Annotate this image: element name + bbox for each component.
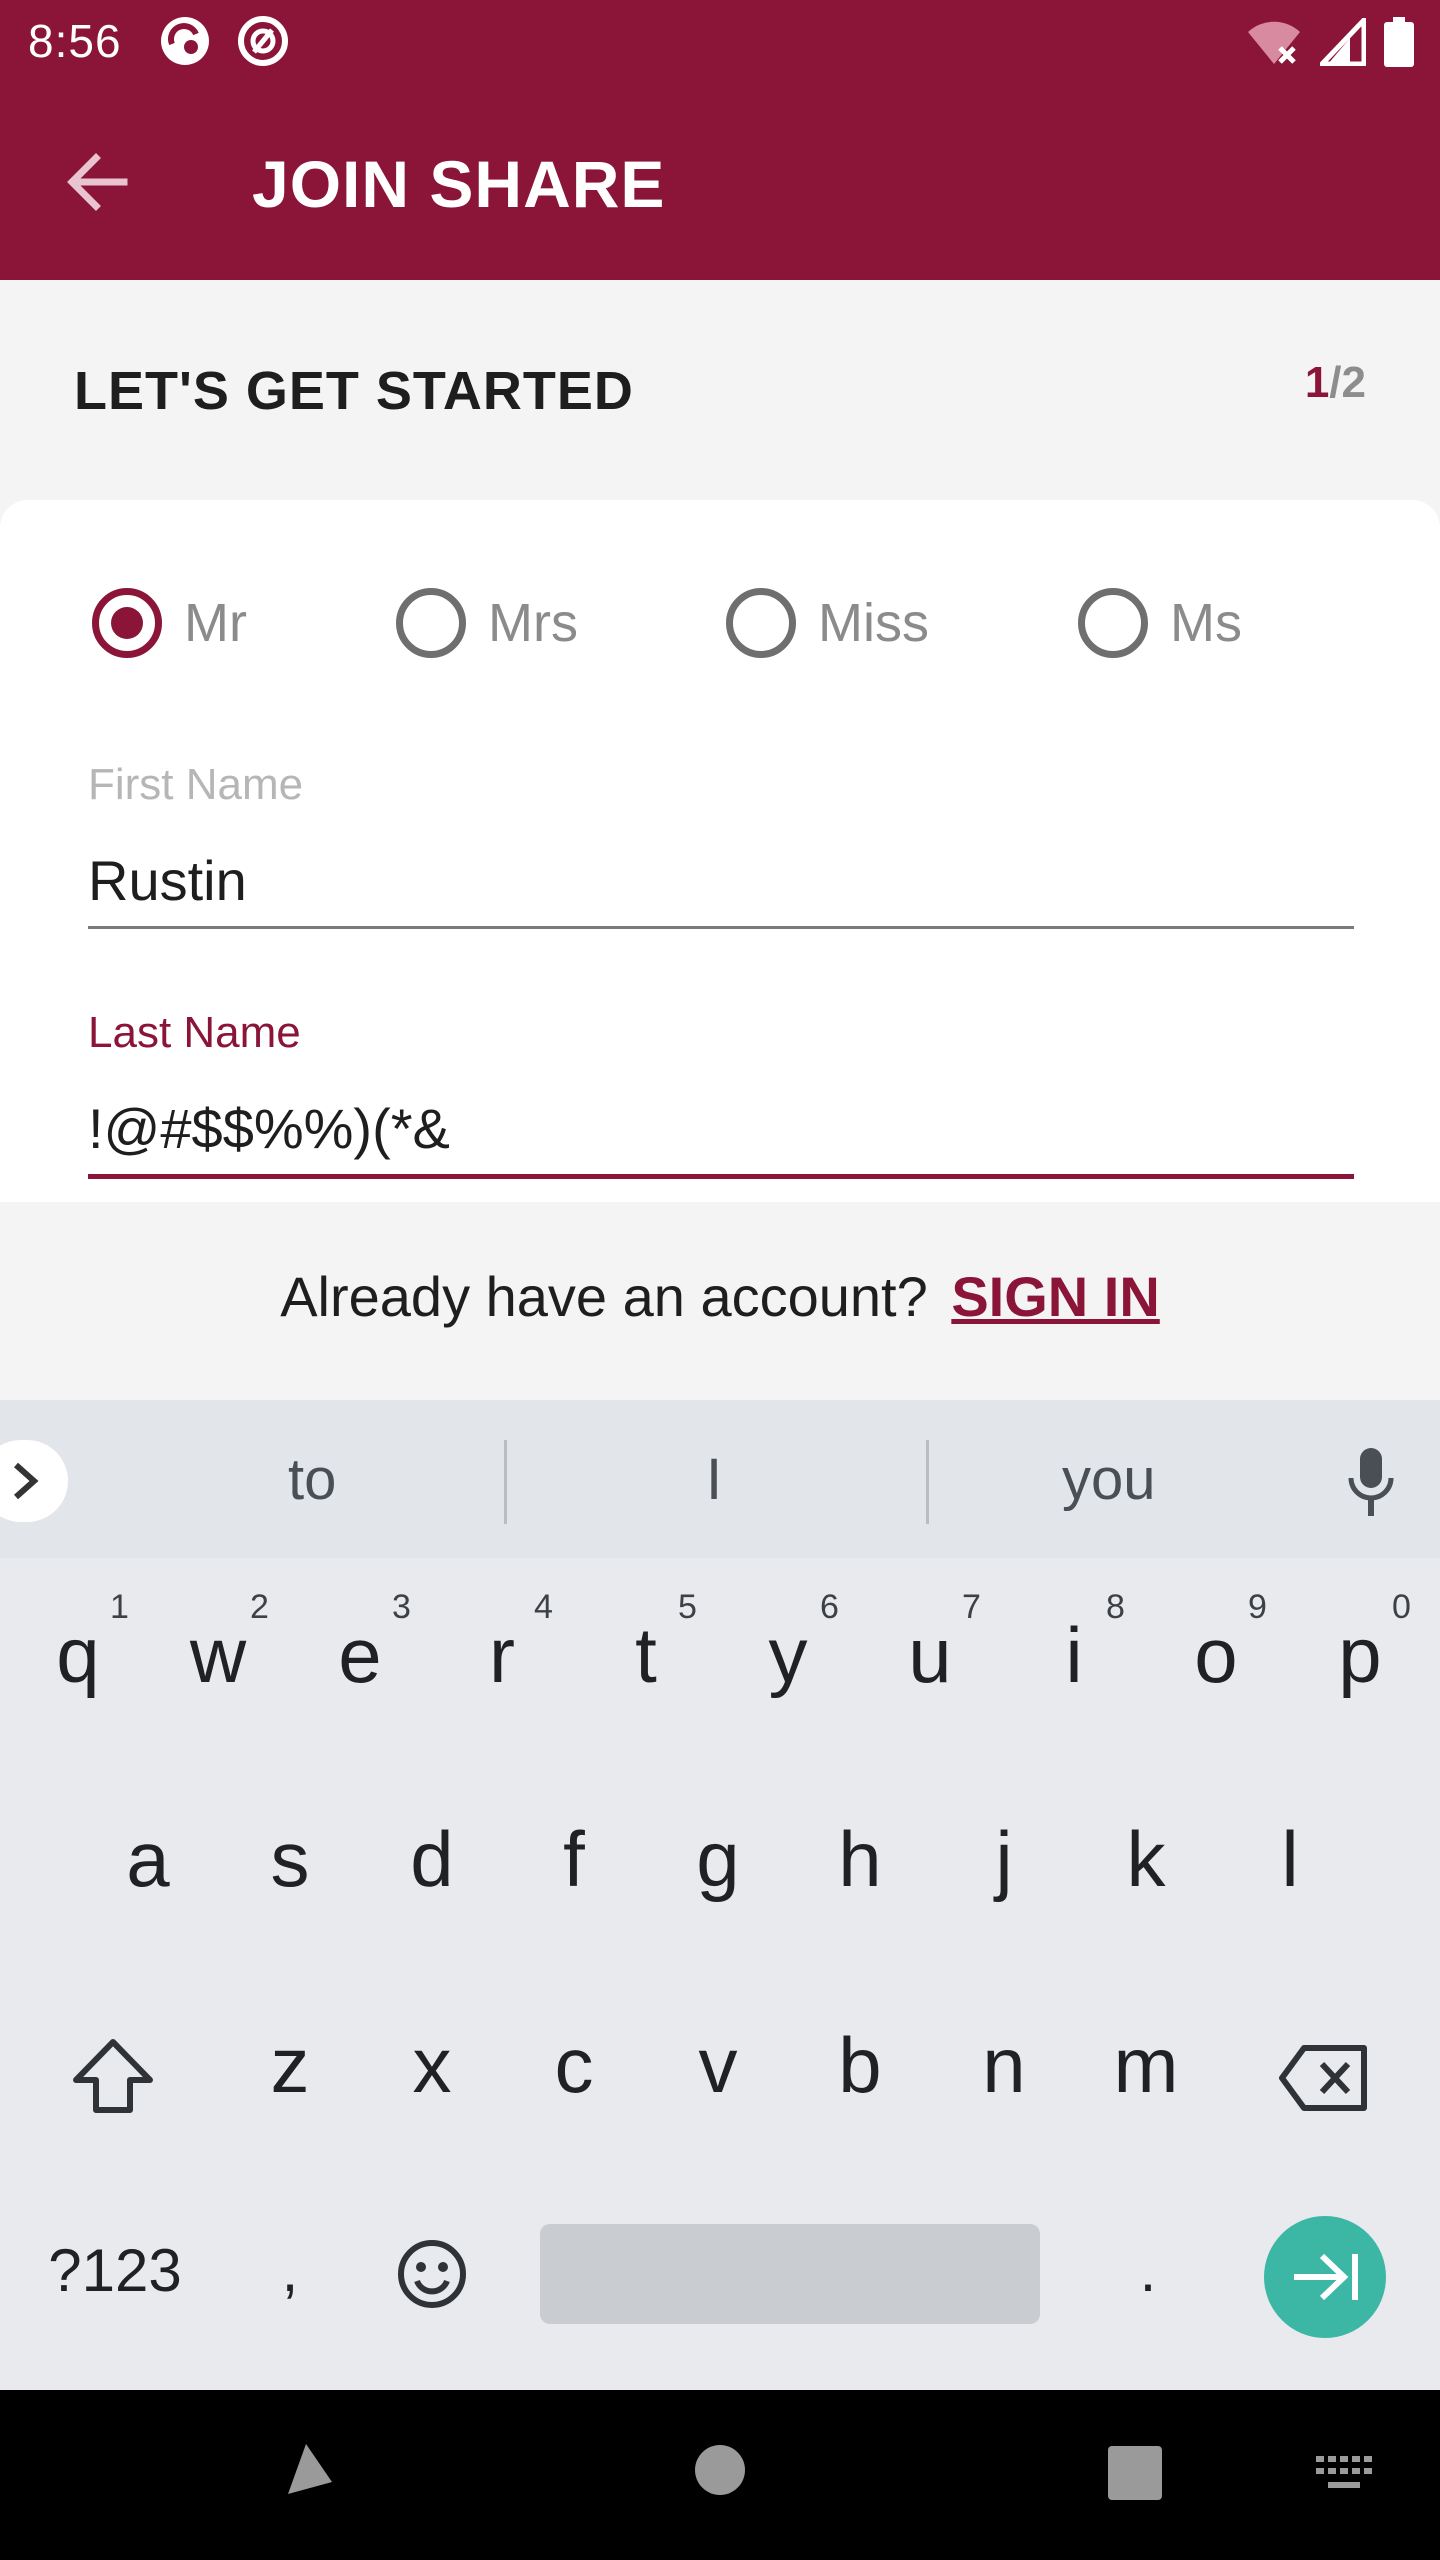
key-u[interactable]: u7 bbox=[894, 1588, 981, 1701]
home-nav-icon[interactable] bbox=[694, 2444, 746, 2496]
step-total: /2 bbox=[1329, 358, 1366, 407]
battery-icon bbox=[1384, 17, 1414, 67]
key-o[interactable]: o9 bbox=[1180, 1588, 1267, 1701]
expand-toolbar-button[interactable] bbox=[0, 1440, 68, 1522]
last-name-label: Last Name bbox=[88, 1008, 301, 1057]
first-name-label: First Name bbox=[88, 760, 304, 809]
key-comma[interactable]: , bbox=[270, 2236, 310, 2305]
signin-text: Already have an account? SIGN IN bbox=[0, 1264, 1440, 1329]
page-title: JOIN SHARE bbox=[252, 147, 666, 221]
key-f[interactable]: f bbox=[538, 1814, 610, 1905]
shift-icon[interactable] bbox=[70, 2036, 156, 2116]
arrow-back-icon[interactable] bbox=[62, 146, 134, 218]
next-key[interactable] bbox=[1264, 2216, 1386, 2338]
key-r[interactable]: r4 bbox=[466, 1588, 553, 1701]
soft-keyboard: to I you q1 w2 e3 r4 t5 y6 u7 i8 o9 p0 a… bbox=[0, 1400, 1440, 2390]
radio-label: Mrs bbox=[488, 593, 578, 653]
radio-ms[interactable]: Ms bbox=[1078, 588, 1242, 658]
navigation-bar bbox=[0, 2390, 1440, 2560]
key-y[interactable]: y6 bbox=[752, 1588, 839, 1701]
notification-icon bbox=[161, 17, 209, 65]
wifi-off-icon bbox=[1248, 21, 1300, 64]
section-heading: LET'S GET STARTED bbox=[74, 361, 634, 421]
backspace-icon[interactable] bbox=[1278, 2044, 1370, 2112]
key-a[interactable]: a bbox=[112, 1814, 184, 1905]
key-c[interactable]: c bbox=[538, 2020, 610, 2111]
last-name-input[interactable]: !@#$$%%)(*& bbox=[88, 1096, 1354, 1170]
suggestion-divider bbox=[926, 1440, 929, 1524]
key-period[interactable]: . bbox=[1128, 2236, 1168, 2305]
microphone-icon[interactable] bbox=[1348, 1448, 1394, 1518]
key-q[interactable]: q1 bbox=[42, 1588, 129, 1701]
radio-label: Mr bbox=[184, 593, 247, 653]
first-name-input[interactable]: Rustin bbox=[88, 848, 1354, 922]
radio-selected-icon bbox=[92, 588, 162, 658]
space-bar[interactable] bbox=[540, 2224, 1040, 2324]
emoji-icon[interactable] bbox=[396, 2238, 468, 2310]
key-i[interactable]: i8 bbox=[1038, 1588, 1125, 1701]
status-bar: 8:56 bbox=[0, 0, 1440, 84]
suggestion-strip: to I you bbox=[0, 1400, 1440, 1558]
key-p[interactable]: p0 bbox=[1324, 1588, 1411, 1701]
status-time: 8:56 bbox=[28, 15, 122, 67]
signin-bar: Already have an account? SIGN IN bbox=[0, 1202, 1440, 1400]
last-name-underline bbox=[88, 1174, 1354, 1179]
key-t[interactable]: t5 bbox=[610, 1588, 697, 1701]
suggestion-item[interactable]: to bbox=[288, 1446, 336, 1513]
notification-icon bbox=[238, 16, 288, 66]
key-h[interactable]: h bbox=[824, 1814, 896, 1905]
suggestion-item[interactable]: I bbox=[706, 1446, 722, 1513]
keyboard-switch-icon[interactable] bbox=[1316, 2456, 1372, 2492]
radio-label: Ms bbox=[1170, 593, 1242, 653]
signal-icon bbox=[1320, 18, 1366, 66]
key-e[interactable]: e3 bbox=[324, 1588, 411, 1701]
key-z[interactable]: z bbox=[254, 2020, 326, 2111]
key-m[interactable]: m bbox=[1100, 2020, 1192, 2111]
last-name-field[interactable]: Last Name !@#$$%%)(*& bbox=[88, 1008, 1354, 1179]
key-d[interactable]: d bbox=[396, 1814, 468, 1905]
title-radio-group: Mr Mrs Miss Ms bbox=[0, 580, 1440, 668]
radio-mrs[interactable]: Mrs bbox=[396, 588, 578, 658]
key-w[interactable]: w2 bbox=[182, 1588, 269, 1701]
status-icons bbox=[1246, 16, 1414, 68]
key-b[interactable]: b bbox=[824, 2020, 896, 2111]
suggestion-item[interactable]: you bbox=[1062, 1446, 1156, 1513]
radio-unselected-icon bbox=[1078, 588, 1148, 658]
radio-unselected-icon bbox=[726, 588, 796, 658]
symbols-key[interactable]: ?123 bbox=[40, 2236, 190, 2305]
radio-unselected-icon bbox=[396, 588, 466, 658]
key-v[interactable]: v bbox=[682, 2020, 754, 2111]
app-bar: JOIN SHARE bbox=[0, 84, 1440, 280]
key-k[interactable]: k bbox=[1110, 1814, 1182, 1905]
first-name-underline bbox=[88, 926, 1354, 929]
step-current: 1 bbox=[1304, 358, 1330, 407]
back-nav-icon[interactable] bbox=[276, 2438, 338, 2500]
key-n[interactable]: n bbox=[968, 2020, 1040, 2111]
radio-label: Miss bbox=[818, 593, 929, 653]
section-header: LET'S GET STARTED 1/2 bbox=[0, 280, 1440, 500]
signin-link[interactable]: SIGN IN bbox=[951, 1265, 1159, 1328]
key-g[interactable]: g bbox=[682, 1814, 754, 1905]
signin-prompt: Already have an account? bbox=[280, 1265, 928, 1328]
recents-nav-icon[interactable] bbox=[1108, 2446, 1162, 2500]
key-x[interactable]: x bbox=[396, 2020, 468, 2111]
radio-miss[interactable]: Miss bbox=[726, 588, 929, 658]
suggestion-divider bbox=[504, 1440, 507, 1524]
key-l[interactable]: l bbox=[1254, 1814, 1326, 1905]
key-j[interactable]: j bbox=[968, 1814, 1040, 1905]
key-s[interactable]: s bbox=[254, 1814, 326, 1905]
step-indicator: 1/2 bbox=[1305, 358, 1366, 408]
tab-next-icon bbox=[1294, 2253, 1358, 2301]
radio-mr[interactable]: Mr bbox=[92, 588, 247, 658]
chevron-right-icon bbox=[14, 1462, 39, 1500]
first-name-field[interactable]: First Name Rustin bbox=[88, 760, 1354, 929]
